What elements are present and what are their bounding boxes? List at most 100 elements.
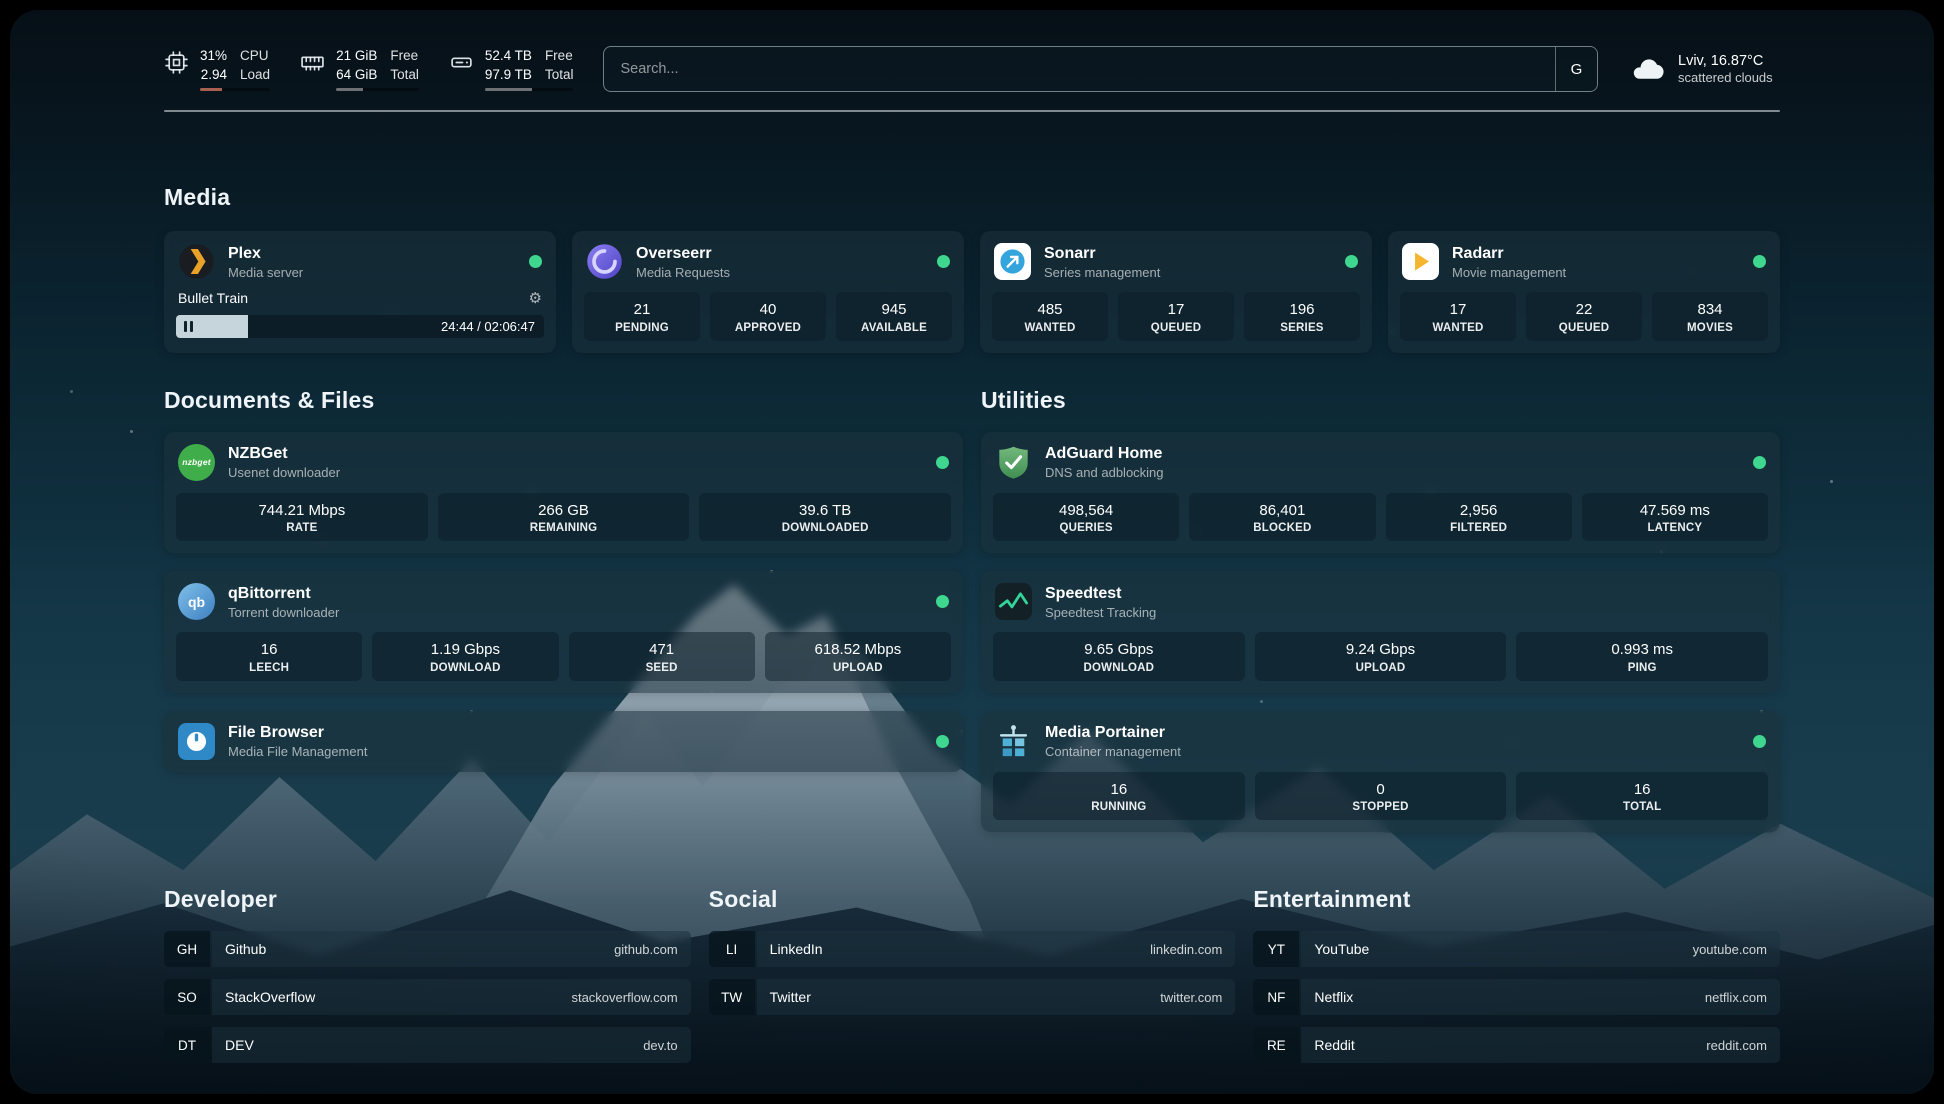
radarr-card[interactable]: Radarr Movie management 17 WANTED 2 — [1388, 231, 1780, 353]
bookmark-twitter[interactable]: TW Twitter twitter.com — [709, 979, 1236, 1015]
adguard-card[interactable]: AdGuard Home DNS and adblocking 498,564 … — [981, 432, 1780, 554]
bookmark-url: github.com — [614, 942, 678, 957]
portainer-icon — [995, 723, 1032, 760]
stat-value: 9.24 Gbps — [1259, 640, 1503, 660]
service-subtitle: Container management — [1045, 744, 1740, 759]
bookmark-name: Reddit — [1314, 1037, 1354, 1053]
stat-label: QUEUED — [1122, 322, 1230, 334]
nzbget-card-header: nzbget NZBGet Usenet downloader — [164, 432, 963, 493]
bookmark-abbr: TW — [709, 979, 755, 1015]
plex-card[interactable]: Plex Media server Bullet Train ⚙ — [164, 231, 556, 353]
memory-ram-icon — [300, 50, 325, 75]
settings-gear-icon[interactable]: ⚙ — [529, 291, 542, 306]
section-title-documents: Documents & Files — [164, 387, 963, 414]
bookmark-url: stackoverflow.com — [571, 990, 677, 1005]
stat-approved: 40 APPROVED — [710, 292, 826, 341]
bookmark-linkedin[interactable]: LI LinkedIn linkedin.com — [709, 931, 1236, 967]
stat-wanted: 17 WANTED — [1400, 292, 1516, 341]
stat-queued: 22 QUEUED — [1526, 292, 1642, 341]
search-provider-button[interactable]: G — [1555, 47, 1597, 91]
stat-value: 498,564 — [997, 501, 1175, 521]
qbittorrent-card[interactable]: qb qBittorrent Torrent downloader 16 LEE… — [164, 571, 963, 693]
filebrowser-card[interactable]: File Browser Media File Management — [164, 711, 963, 772]
middle-columns: Documents & Files nzbget NZBGet Usenet d… — [164, 387, 1780, 833]
screen: 31% CPU 2.94 Load — [0, 0, 1944, 1104]
stat-value: 22 — [1530, 300, 1638, 320]
stats-row: 21 PENDING 40 APPROVED 945 AVAILABLE — [572, 292, 964, 353]
weather-text: Lviv, 16.87°C scattered clouds — [1678, 53, 1773, 85]
overseerr-card[interactable]: Overseerr Media Requests 21 PENDING — [572, 231, 964, 353]
service-name: Media Portainer — [1045, 723, 1740, 743]
search-input[interactable] — [604, 47, 1555, 91]
adguard-shield-icon — [995, 444, 1032, 481]
search-bar: G — [603, 46, 1598, 92]
stat-value: 2,956 — [1390, 501, 1568, 521]
status-dot — [1753, 735, 1766, 748]
section-title-utilities: Utilities — [981, 387, 1780, 414]
radarr-titles: Radarr Movie management — [1452, 244, 1740, 280]
stat-upload: 618.52 Mbps UPLOAD — [765, 632, 951, 681]
weather-widget: Lviv, 16.87°C scattered clouds — [1630, 51, 1780, 87]
stat-value: 17 — [1122, 300, 1230, 320]
bookmark-name: Twitter — [770, 989, 811, 1005]
bookmark-name: DEV — [225, 1037, 254, 1053]
qbittorrent-icon: qb — [178, 583, 215, 620]
stat-label: DOWNLOAD — [376, 662, 554, 674]
bookmark-abbr: SO — [164, 979, 210, 1015]
cpu-widget: 31% CPU 2.94 Load — [164, 47, 270, 91]
bookmark-abbr: YT — [1253, 931, 1299, 967]
status-dot — [937, 255, 950, 268]
bookmark-netflix[interactable]: NF Netflix netflix.com — [1253, 979, 1780, 1015]
stat-label: AVAILABLE — [840, 322, 948, 334]
bookmark-reddit[interactable]: RE Reddit reddit.com — [1253, 1027, 1780, 1063]
stat-total: 16 TOTAL — [1516, 772, 1768, 821]
bookmark-abbr: GH — [164, 931, 210, 967]
portainer-titles: Media Portainer Container management — [1045, 723, 1740, 759]
sonarr-card[interactable]: Sonarr Series management 485 WANTED — [980, 231, 1372, 353]
bookmark-youtube[interactable]: YT YouTube youtube.com — [1253, 931, 1780, 967]
plex-card-header: Plex Media server — [164, 231, 556, 292]
stat-value: 86,401 — [1193, 501, 1371, 521]
bookmark-abbr: DT — [164, 1027, 210, 1063]
bookmark-body: StackOverflow stackoverflow.com — [212, 979, 691, 1015]
adguard-card-header: AdGuard Home DNS and adblocking — [981, 432, 1780, 493]
stat-label: UPLOAD — [1259, 662, 1503, 674]
stat-value: 196 — [1248, 300, 1356, 320]
bookmark-body: Twitter twitter.com — [757, 979, 1236, 1015]
bookmark-body: LinkedIn linkedin.com — [757, 931, 1236, 967]
cpu-usage-bar — [200, 88, 270, 91]
disk-widget-body: 52.4 TB Free 97.9 TB Total — [485, 47, 574, 91]
stat-available: 945 AVAILABLE — [836, 292, 952, 341]
stat-label: DOWNLOADED — [703, 522, 947, 534]
stat-download: 9.65 Gbps DOWNLOAD — [993, 632, 1245, 681]
pause-icon — [184, 321, 193, 332]
service-name: Radarr — [1452, 244, 1740, 264]
stat-filtered: 2,956 FILTERED — [1386, 493, 1572, 542]
dashboard-content: 31% CPU 2.94 Load — [164, 10, 1780, 1063]
memory-widget-body: 21 GiB Free 64 GiB Total — [336, 47, 419, 91]
stat-running: 16 RUNNING — [993, 772, 1245, 821]
bookmark-stackoverflow[interactable]: SO StackOverflow stackoverflow.com — [164, 979, 691, 1015]
cpu-label-bottom: Load — [240, 66, 270, 84]
portainer-card[interactable]: Media Portainer Container management 16 … — [981, 711, 1780, 833]
section-title-media: Media — [164, 184, 1780, 211]
stat-label: APPROVED — [714, 322, 822, 334]
nzbget-card[interactable]: nzbget NZBGet Usenet downloader 744.21 M… — [164, 432, 963, 554]
service-name: Overseerr — [636, 244, 924, 264]
speedtest-card[interactable]: Speedtest Speedtest Tracking 9.65 Gbps D… — [981, 571, 1780, 693]
bookmark-name: YouTube — [1314, 941, 1369, 957]
service-name: qBittorrent — [228, 584, 923, 604]
disk-usage-bar — [485, 88, 574, 91]
stat-label: PENDING — [588, 322, 696, 334]
stat-value: 39.6 TB — [703, 501, 947, 521]
bookmark-name: LinkedIn — [770, 941, 823, 957]
service-name: Sonarr — [1044, 244, 1332, 264]
status-dot — [936, 456, 949, 469]
bookmark-url: twitter.com — [1160, 990, 1222, 1005]
memory-widget: 21 GiB Free 64 GiB Total — [300, 47, 419, 91]
status-dot — [529, 255, 542, 268]
overseerr-icon — [586, 243, 623, 280]
overseerr-card-header: Overseerr Media Requests — [572, 231, 964, 292]
bookmark-dev[interactable]: DT DEV dev.to — [164, 1027, 691, 1063]
bookmark-github[interactable]: GH Github github.com — [164, 931, 691, 967]
